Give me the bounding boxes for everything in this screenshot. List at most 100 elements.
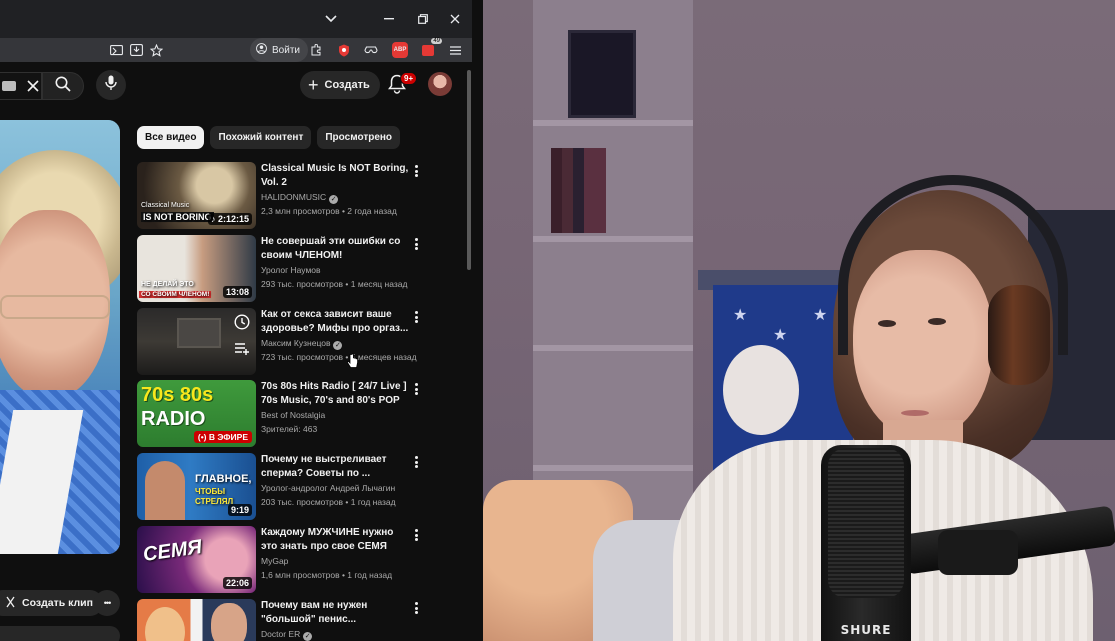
verified-check-icon: ✓ — [329, 195, 339, 204]
more-vertical-icon[interactable] — [411, 382, 421, 396]
live-badge: (•) В ЭФИРЕ — [193, 431, 252, 443]
scissors-icon — [4, 596, 16, 611]
video-meta: 723 тыс. просмотров • 5 месяцев назад — [261, 352, 417, 362]
profile-icon — [256, 43, 267, 57]
scrollbar-thumb[interactable] — [467, 70, 471, 270]
list-item[interactable]: 70s 80s RADIO (•) В ЭФИРЕ 70s 80s Hits R… — [137, 380, 427, 448]
mic-brand-logo: SHURE — [840, 623, 892, 637]
notifications-count-badge: 9+ — [400, 72, 418, 85]
channel-name[interactable]: Best of Nostalgia — [261, 408, 411, 422]
video-thumbnail[interactable]: ГЛАВНОЕ, ЧТОБЫ СТРЕЛЯЛ 9:19 — [137, 453, 256, 520]
duration-badge: ♪ 2:12:15 — [207, 213, 252, 225]
keyboard-icon[interactable] — [2, 81, 16, 91]
duration-badge: 13:08 — [222, 286, 252, 298]
create-label: Создать — [324, 79, 370, 91]
login-label: Войти — [272, 44, 300, 56]
plus-icon: + — [308, 75, 319, 95]
video-meta: 1,6 млн просмотров • 1 год назад — [261, 570, 393, 580]
list-item[interactable]: ГЛАВНОЕ, ЧТОБЫ СТРЕЛЯЛ 9:19 Почему не вы… — [137, 453, 427, 521]
account-avatar[interactable] — [428, 72, 452, 96]
channel-name[interactable]: Doctor ER ✓ — [261, 627, 411, 641]
bookmark-star-icon[interactable] — [148, 42, 164, 58]
video-meta: 2,3 млн просмотров • 2 года назад — [261, 206, 397, 216]
title-bar — [0, 0, 472, 38]
verified-check-icon: ✓ — [303, 632, 313, 641]
chip-related[interactable]: Похожий контент — [210, 126, 312, 149]
verified-check-icon: ✓ — [333, 341, 343, 350]
extension-red-hand-icon[interactable] — [336, 42, 352, 58]
more-vertical-icon[interactable] — [411, 164, 421, 178]
address-bar: Войти ABP 49 — [0, 38, 472, 62]
filter-chips: Все видео Похожий контент Просмотрено — [137, 126, 401, 149]
restore-icon[interactable] — [412, 8, 434, 30]
create-button[interactable]: + Создать — [300, 71, 380, 99]
video-title[interactable]: Не совершай эти ошибки со своим ЧЛЕНОМ! — [261, 235, 411, 263]
search-button[interactable] — [42, 72, 84, 100]
video-thumbnail[interactable] — [137, 599, 256, 641]
browser-menu-icon[interactable] — [447, 42, 463, 58]
more-vertical-icon[interactable] — [411, 455, 421, 469]
video-title[interactable]: Почему вам не нужен "большой" пенис... — [261, 599, 411, 627]
more-horizontal-icon: ••• — [103, 598, 112, 608]
microphone-icon — [105, 75, 117, 96]
chip-all-videos[interactable]: Все видео — [137, 126, 205, 149]
browser-window: Войти ABP 49 + Создать 9+ Создать клип •… — [0, 0, 472, 641]
video-meta: 293 тыс. просмотров • 1 месяц назад — [261, 279, 408, 289]
more-vertical-icon[interactable] — [411, 601, 421, 615]
description-box[interactable] — [0, 626, 120, 641]
video-title[interactable]: Classical Music Is NOT Boring, Vol. 2 — [261, 162, 411, 190]
video-title[interactable]: Как от секса зависит ваше здоровье? Мифы… — [261, 308, 411, 336]
extension-count-badge: 49 — [431, 38, 442, 44]
video-player[interactable] — [0, 120, 120, 554]
watch-later-clock-icon[interactable] — [234, 314, 250, 335]
voice-search-button[interactable] — [96, 70, 126, 100]
video-thumbnail[interactable] — [137, 308, 256, 375]
channel-name[interactable]: Максим Кузнецов ✓ — [261, 336, 411, 350]
channel-name[interactable]: Уролог-андролог Андрей Лычагин — [261, 481, 411, 495]
extension-counter-icon[interactable]: 49 — [420, 38, 442, 58]
create-clip-button[interactable]: Создать клип — [0, 590, 103, 616]
channel-name[interactable]: HALIDONMUSIC ✓ — [261, 190, 411, 204]
channel-name[interactable]: Уролог Наумов — [261, 263, 411, 277]
chip-watched[interactable]: Просмотрено — [317, 126, 401, 149]
list-item[interactable]: Почему вам не нужен "большой" пенис... D… — [137, 599, 427, 641]
picture-frame — [568, 30, 636, 118]
webcam-feed: ★ ★ ★ ★ ★ ★ SHURE — [483, 0, 1115, 641]
more-actions-button[interactable]: ••• — [94, 590, 120, 616]
download-icon[interactable] — [128, 42, 144, 58]
close-window-icon[interactable] — [444, 8, 466, 30]
minimize-icon[interactable] — [378, 8, 400, 30]
extension-glasses-icon[interactable] — [363, 42, 379, 58]
video-title[interactable]: 70s 80s Hits Radio [ 24/7 Live ] 70s Mus… — [261, 380, 411, 408]
list-item[interactable]: СЕМЯ 22:06 Каждому МУЖЧИНЕ нужно это зна… — [137, 526, 427, 594]
search-input[interactable] — [0, 72, 42, 100]
more-vertical-icon[interactable] — [411, 528, 421, 542]
search-icon — [55, 76, 71, 97]
login-button[interactable]: Войти — [250, 38, 308, 62]
mouse-pointer-hand-icon — [347, 353, 358, 368]
video-meta: Зрителей: 463 — [261, 424, 318, 434]
youtube-header: + Создать 9+ — [0, 62, 472, 108]
video-title[interactable]: Почему не выстреливает сперма? Советы по… — [261, 453, 411, 481]
video-meta: 203 тыс. просмотров • 1 год назад — [261, 497, 396, 507]
video-thumbnail[interactable]: НЕ ДЕЛАЙ ЭТО СО СВОИМ ЧЛЕНОМ! 13:08 — [137, 235, 256, 302]
adblock-extension-icon[interactable]: ABP — [392, 42, 408, 58]
clear-search-icon[interactable] — [27, 77, 39, 95]
list-item[interactable]: НЕ ДЕЛАЙ ЭТО СО СВОИМ ЧЛЕНОМ! 13:08 Не с… — [137, 235, 427, 303]
add-to-queue-icon[interactable] — [234, 342, 250, 360]
list-item[interactable]: Classical Music IS NOT BORING ♪ 2:12:15 … — [137, 162, 427, 230]
extensions-puzzle-icon[interactable] — [308, 42, 324, 58]
create-clip-label: Создать клип — [22, 597, 93, 609]
cast-icon[interactable] — [108, 42, 124, 58]
books — [551, 148, 606, 233]
video-thumbnail[interactable]: СЕМЯ 22:06 — [137, 526, 256, 593]
video-title[interactable]: Каждому МУЖЧИНЕ нужно это знать про свое… — [261, 526, 411, 554]
tab-list-chevron-down-icon[interactable] — [320, 8, 342, 30]
list-item[interactable]: Как от секса зависит ваше здоровье? Мифы… — [137, 308, 427, 376]
channel-name[interactable]: MyGap — [261, 554, 411, 568]
more-vertical-icon[interactable] — [411, 310, 421, 324]
video-thumbnail[interactable]: Classical Music IS NOT BORING ♪ 2:12:15 — [137, 162, 256, 229]
video-thumbnail[interactable]: 70s 80s RADIO (•) В ЭФИРЕ — [137, 380, 256, 447]
duration-badge: 9:19 — [227, 504, 252, 516]
more-vertical-icon[interactable] — [411, 237, 421, 251]
